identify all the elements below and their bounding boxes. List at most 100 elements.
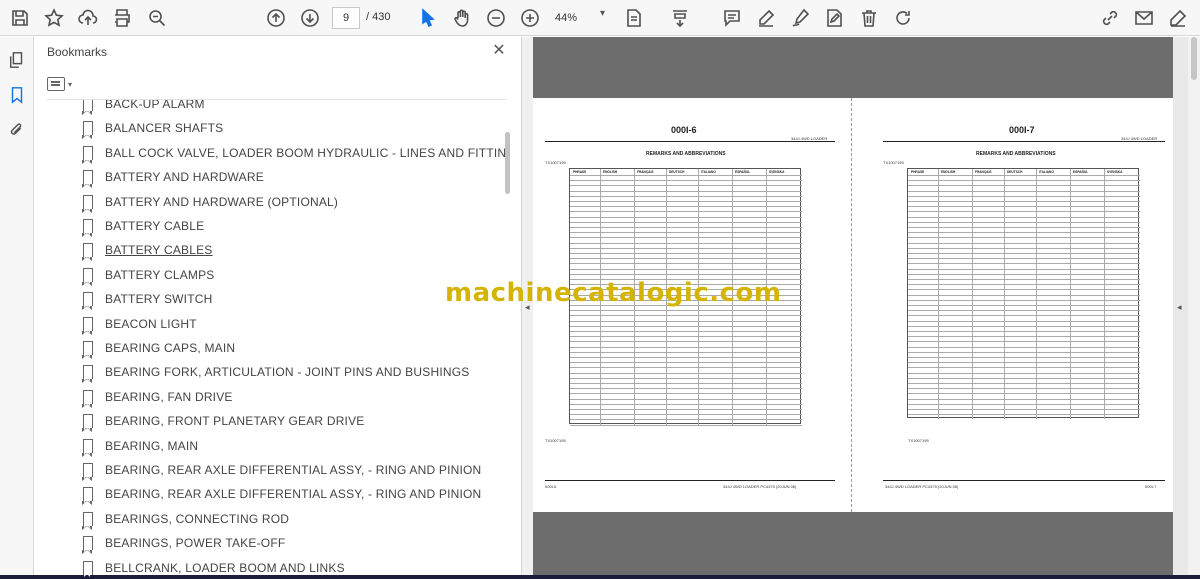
- print-icon[interactable]: [110, 6, 134, 30]
- bookmark-item[interactable]: BEARING FORK, ARTICULATION - JOINT PINS …: [82, 362, 469, 384]
- bookmark-item[interactable]: BEACON LIGHT: [82, 314, 197, 335]
- page-thumbnails-icon[interactable]: [6, 49, 28, 71]
- table-row-line: [570, 315, 802, 316]
- bookmark-item[interactable]: BEARING, FRONT PLANETARY GEAR DRIVE: [82, 411, 365, 433]
- right-page-abbreviation-table: PHRASE ENGLISH FRANÇAIS DEUTSCH ITALIANO ESPA…: [907, 168, 1140, 419]
- zoom-search-icon[interactable]: [145, 6, 169, 30]
- table-row-line: [570, 403, 802, 405]
- right-page-rule: [883, 141, 1165, 142]
- bookmark-item[interactable]: BEARING, MAIN: [82, 436, 198, 457]
- bookmark-item[interactable]: BEARINGS, CONNECTING ROD: [82, 509, 289, 530]
- bookmark-item[interactable]: BALL COCK VALVE, LOADER BOOM HYDRAULIC -…: [82, 143, 505, 164]
- document-scroll-thumb[interactable]: [1191, 37, 1197, 80]
- table-row-line: [908, 211, 1140, 212]
- zoom-out-icon[interactable]: [484, 6, 508, 30]
- expand-arrow-icon[interactable]: ◂: [1177, 302, 1182, 313]
- zoom-level-field[interactable]: 44%: [555, 7, 595, 29]
- zoom-in-icon[interactable]: [518, 6, 542, 30]
- bookmark-label: BALL COCK VALVE, LOADER BOOM HYDRAULIC -…: [105, 145, 505, 160]
- table-row-line: [570, 195, 802, 197]
- bookmark-label: BEARING, REAR AXLE DIFFERENTIAL ASSY, - …: [105, 463, 482, 477]
- edit-text-icon[interactable]: [822, 6, 846, 30]
- bookmark-item[interactable]: BATTERY AND HARDWARE (OPTIONAL): [82, 192, 339, 213]
- table-row-line: [908, 221, 1140, 223]
- bookmark-icon: [82, 219, 93, 237]
- next-page-icon[interactable]: [298, 6, 322, 30]
- draw-pen-icon[interactable]: [788, 6, 812, 30]
- table-row-line: [570, 372, 802, 374]
- bookmark-item[interactable]: BATTERY SWITCH: [82, 289, 212, 311]
- bookmark-item[interactable]: BATTERY AND HARDWARE: [82, 167, 264, 189]
- table-column-header: ESPAÑOL: [735, 170, 751, 174]
- table-row-line: [908, 299, 1140, 301]
- table-row-line: [570, 201, 802, 202]
- select-cursor-icon[interactable]: [416, 6, 440, 30]
- table-column-header: ENGLISH: [941, 170, 956, 174]
- table-row-line: [908, 279, 1140, 280]
- bookmark-item[interactable]: BATTERY CLAMPS: [82, 265, 215, 286]
- table-row-line: [570, 263, 802, 264]
- table-row-line: [908, 398, 1140, 400]
- highlight-pen-icon[interactable]: [754, 6, 778, 30]
- bookmark-item[interactable]: BACK-UP ALARM: [82, 100, 205, 115]
- bookmark-options-button[interactable]: ▾: [47, 73, 72, 95]
- sign-pen-icon[interactable]: [1166, 6, 1190, 30]
- bookmark-label: BEARING, FAN DRIVE: [105, 389, 233, 404]
- table-row-line: [570, 247, 802, 249]
- save-icon[interactable]: [8, 6, 32, 30]
- bookmark-icon: [82, 292, 93, 311]
- bookmark-item[interactable]: BALANCER SHAFTS: [82, 118, 223, 140]
- panel-collapse-handle[interactable]: ◂: [521, 37, 533, 579]
- table-row-line: [908, 357, 1140, 358]
- bookmark-label: BATTERY AND HARDWARE (OPTIONAL): [105, 194, 339, 209]
- bookmark-item[interactable]: BEARING CAPS, MAIN: [82, 338, 235, 359]
- table-row-line: [908, 263, 1140, 264]
- zoom-dropdown-chevron-icon[interactable]: ▾: [600, 8, 605, 19]
- table-column-header: ITALIANO: [701, 170, 716, 174]
- delete-icon[interactable]: [857, 6, 881, 30]
- table-row-line: [570, 336, 802, 337]
- document-viewport[interactable]: 000I-6 344J 4WD LOADER REMARKS AND ABBRE…: [533, 37, 1200, 579]
- table-row-line: [908, 403, 1140, 405]
- table-row-line: [908, 320, 1140, 322]
- bookmark-item[interactable]: BATTERY CABLES: [82, 240, 213, 262]
- bookmark-icon: [82, 560, 93, 579]
- table-row-line: [908, 268, 1140, 270]
- bookmark-item[interactable]: BEARING, REAR AXLE DIFFERENTIAL ASSY, - …: [82, 460, 482, 481]
- right-panel-collapse-handle[interactable]: ◂: [1173, 37, 1188, 579]
- bookmark-label: BEARING, FRONT PLANETARY GEAR DRIVE: [105, 414, 365, 429]
- upload-cloud-icon[interactable]: [76, 6, 100, 30]
- bookmark-icon: [82, 536, 93, 555]
- scroll-mode-icon[interactable]: [668, 6, 692, 30]
- table-row-line: [570, 175, 802, 176]
- page-number-input[interactable]: 9: [332, 7, 360, 29]
- chevron-down-icon: ▾: [68, 79, 73, 89]
- bookmark-item[interactable]: BEARINGS, POWER TAKE-OFF: [82, 533, 285, 555]
- page-fit-icon[interactable]: [622, 6, 646, 30]
- table-row-line: [570, 341, 802, 342]
- rotate-icon[interactable]: [891, 6, 915, 30]
- share-link-icon[interactable]: [1098, 6, 1122, 30]
- bookmarks-panel-icon[interactable]: [6, 84, 28, 106]
- bookmark-star-icon[interactable]: [42, 6, 66, 30]
- comment-icon[interactable]: [720, 6, 744, 30]
- email-icon[interactable]: [1132, 6, 1156, 30]
- bookmark-item[interactable]: BEARING, REAR AXLE DIFFERENTIAL ASSY, - …: [82, 484, 481, 506]
- table-row-line: [908, 388, 1140, 389]
- previous-page-icon[interactable]: [264, 6, 288, 30]
- bookmark-item[interactable]: BEARING, FAN DRIVE: [82, 387, 233, 408]
- right-page-footer-rule: [883, 480, 1165, 481]
- table-column-header: FRANÇAIS: [975, 170, 992, 174]
- close-panel-icon[interactable]: ✕: [489, 41, 509, 61]
- attachments-clip-icon[interactable]: [6, 119, 28, 141]
- bookmark-scrollbar[interactable]: [505, 132, 510, 194]
- document-scrollbar[interactable]: [1188, 37, 1200, 579]
- left-navigation-rail: [0, 37, 34, 579]
- bookmark-item[interactable]: BATTERY CABLE: [82, 216, 204, 237]
- table-row-line: [570, 357, 802, 358]
- table-row-line: [570, 346, 802, 348]
- table-row-line: [908, 310, 1140, 311]
- table-row-line: [570, 190, 802, 192]
- right-page-footer-number: 000I-7: [1145, 484, 1157, 489]
- hand-tool-icon[interactable]: [450, 6, 474, 30]
